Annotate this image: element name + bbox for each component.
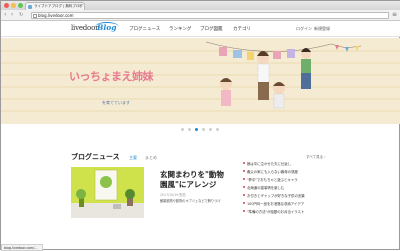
featured-thumbnail[interactable] [71,167,144,218]
zoom-window-icon[interactable] [18,3,23,8]
register-link[interactable]: 新規登録 [314,26,330,32]
site-header: livedoor Blog ブログニュース ランキング ブログ図鑑 カテゴリ ロ… [1,21,400,37]
section-title: ブログニュース [71,153,120,161]
list-item[interactable]: 娘は中に泣かせた夫に仕返し [242,161,291,166]
nav-category[interactable]: カテゴリ [233,26,251,32]
livedoor-logo[interactable]: livedoor [71,24,98,32]
nav-blog-news[interactable]: ブログニュース [129,26,160,32]
tab-bar: ライブドアブログ | 無料ブログ × [1,1,400,10]
featured-article-title[interactable]: 玄関まわりを"動物園風"にアレンジ [160,170,230,190]
list-item[interactable]: "準備の方法"が話題のお弁当イラスト [242,209,304,214]
browser-window: ライブドアブログ | 無料ブログ × ‹ › ↻ blog.livedoor.c… [0,0,400,251]
menu-icon[interactable]: ≡ [392,12,397,18]
tab-matome[interactable]: まとめ [145,155,157,161]
list-item[interactable]: 義父の家にも入らない義母の態度 [243,169,298,174]
close-tab-icon[interactable]: × [79,3,82,8]
tab-main[interactable]: 主要 [129,155,137,161]
page-icon [33,14,37,18]
thumbnail-image [71,167,144,218]
featured-article-desc: 観葉植物や動物のオブジェなどで飾りつけ [160,199,221,203]
forward-icon[interactable]: › [11,12,13,18]
nav-ranking[interactable]: ランキング [169,26,191,32]
carousel-dot[interactable] [202,128,205,131]
url-input[interactable]: blog.livedoor.com [31,12,389,19]
list-item[interactable]: お付きとギャップが好きな子供の言葉 [243,193,305,198]
back-icon[interactable]: ‹ [4,12,6,18]
list-item[interactable]: 100円均一品をお洒落な収納アイデア [242,201,304,206]
featured-article-date: 2017/10/19 配信 [160,193,186,197]
login-link[interactable]: ログイン [296,26,312,32]
hero-illustration [205,41,362,109]
see-all-link[interactable]: すべて見る › [306,155,326,160]
hero-title: いっちょまえ姉妹 [69,70,154,83]
tab-title: ライブドアブログ | 無料ブログ [34,4,83,8]
favicon-icon [28,5,32,9]
list-item[interactable]: "夢中"でおもちゃと遊ぶとキャラ [243,177,298,182]
carousel-dot[interactable] [195,128,198,131]
list-item[interactable]: 北海道の猫事情を楽しむ [242,185,284,190]
minimize-window-icon[interactable] [11,3,16,8]
close-window-icon[interactable] [4,3,9,8]
browser-tab[interactable]: ライブドアブログ | 無料ブログ × [25,2,85,10]
hero-banner[interactable]: いっちょまえ姉妹 を育てています [1,38,400,124]
reload-icon[interactable]: ↻ [19,12,23,18]
hero-subtitle: を育てています [102,100,130,105]
address-bar: ‹ › ↻ blog.livedoor.com ≡ [1,10,400,21]
carousel-dot[interactable] [188,128,191,131]
carousel-dot[interactable] [216,128,219,131]
carousel-dot[interactable] [209,128,212,131]
carousel-dot[interactable] [181,128,184,131]
blog-logo[interactable]: Blog [97,23,116,32]
nav-blog-zukan[interactable]: ブログ図鑑 [200,26,223,32]
url-text: blog.livedoor.com [38,13,74,18]
